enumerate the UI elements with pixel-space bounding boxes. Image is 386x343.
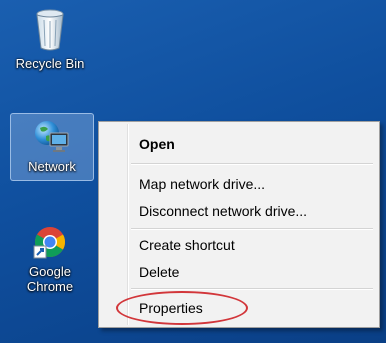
chrome-label-line2: Chrome [26,279,74,294]
menu-item-map-network-drive[interactable]: Map network drive... [139,176,265,192]
menu-item-delete[interactable]: Delete [139,264,179,280]
chrome-label-line1: Google [29,264,71,279]
menu-separator [131,228,373,230]
menu-item-create-shortcut[interactable]: Create shortcut [139,237,235,253]
desktop: Recycle Bin Network Google Chrome Open M… [0,0,386,343]
recycle-bin-icon [36,9,64,51]
menu-separator [131,288,373,290]
chrome-icon [33,227,66,259]
properties-highlight-circle [116,291,248,325]
desktop-icon-network[interactable]: Network [10,113,94,181]
recycle-bin-label: Recycle Bin [15,56,85,71]
network-icon [35,121,69,152]
network-label: Network [28,159,76,174]
menu-item-disconnect-network-drive[interactable]: Disconnect network drive... [139,203,307,219]
desktop-icon-recycle-bin[interactable]: Recycle Bin [8,8,92,71]
desktop-icon-google-chrome[interactable]: Google Chrome [8,224,92,294]
menu-item-open[interactable]: Open [139,136,175,152]
menu-separator [131,163,373,165]
context-menu: Open Map network drive... Disconnect net… [98,121,380,328]
